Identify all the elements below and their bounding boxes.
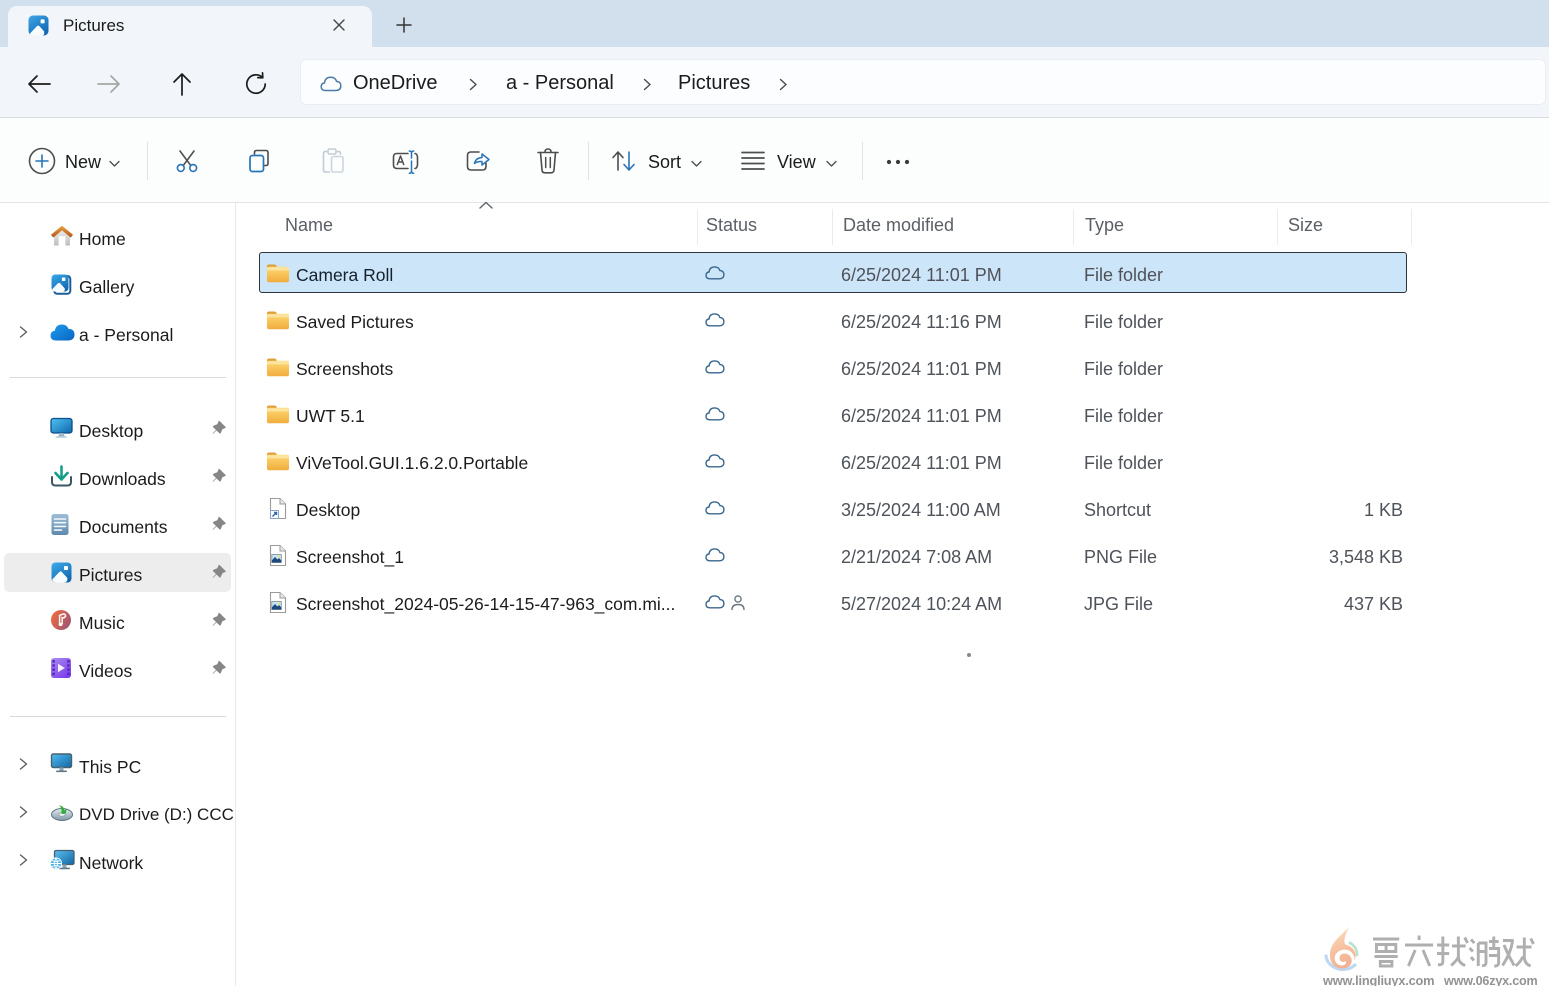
svg-text:www.06zyx.com: www.06zyx.com [1443, 974, 1538, 986]
svg-text:www.lingliuyx.com: www.lingliuyx.com [1322, 973, 1434, 986]
